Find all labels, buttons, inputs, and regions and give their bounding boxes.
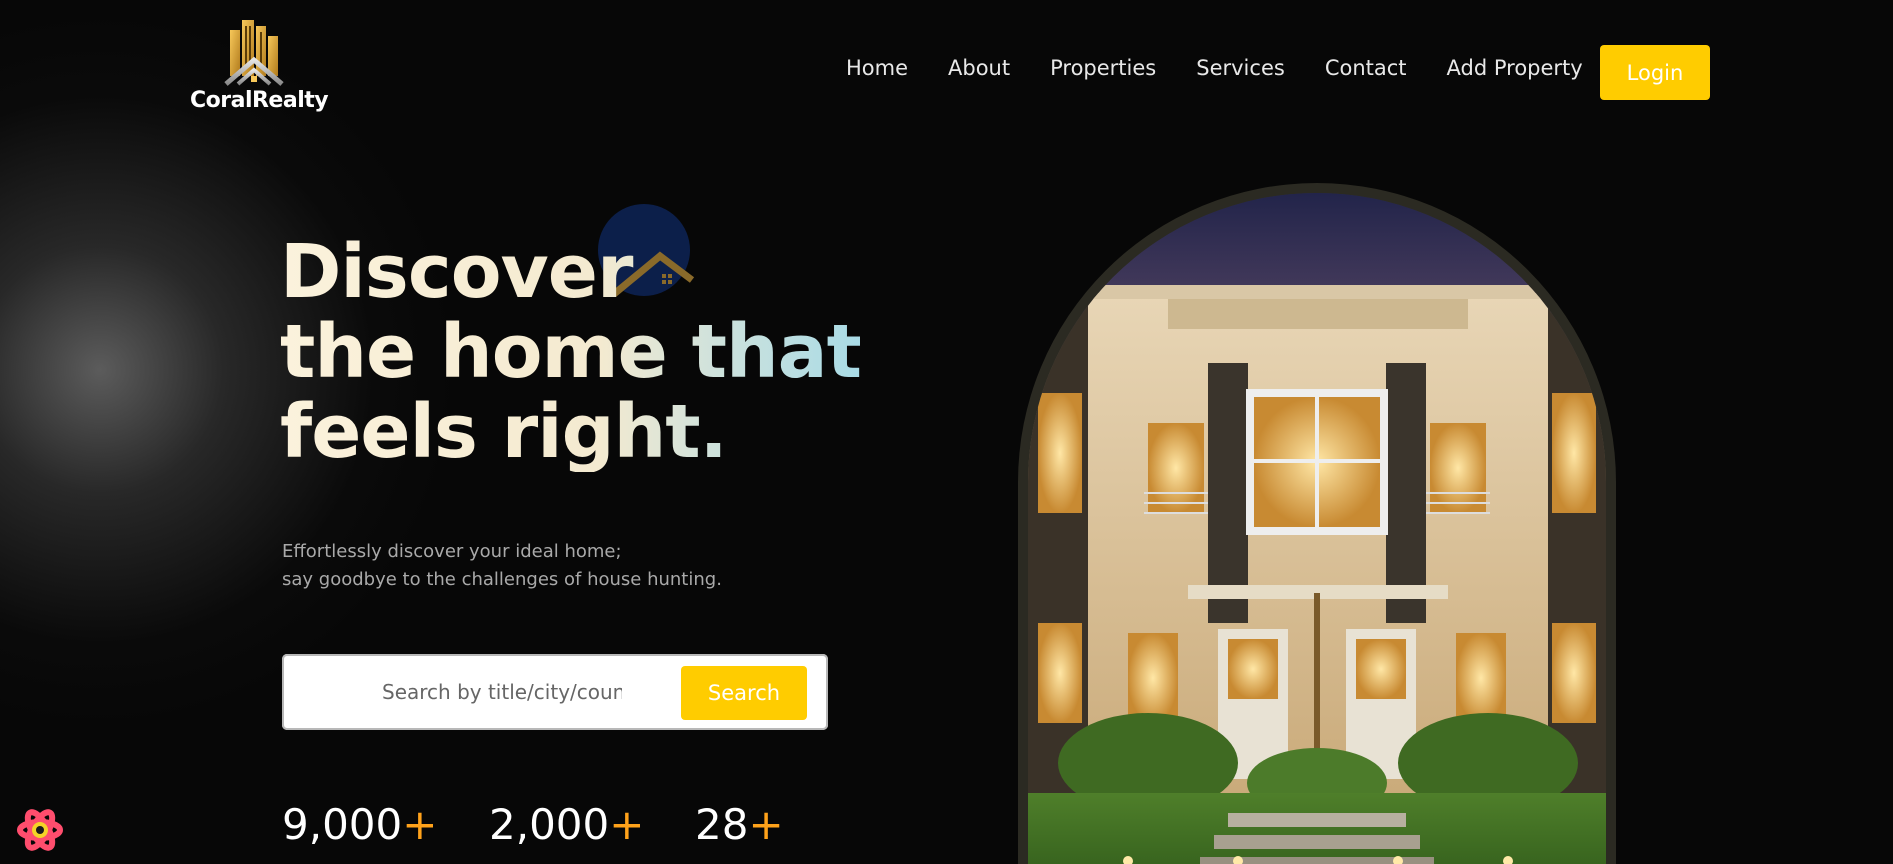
search-bar: Search <box>282 654 828 730</box>
stat-value: 9,000 <box>282 800 403 849</box>
house-illustration <box>1028 193 1606 864</box>
react-devtools-icon[interactable] <box>16 806 64 854</box>
nav-contact[interactable]: Contact <box>1325 56 1407 80</box>
stat-suffix: + <box>609 800 645 849</box>
building-logo-icon <box>224 20 284 86</box>
landing-page: CoralRealty Home About Properties Servic… <box>0 0 1893 864</box>
stat-item: 28+ <box>695 798 784 852</box>
stat-item: 2,000+ <box>489 798 644 852</box>
search-button[interactable]: Search <box>681 666 807 720</box>
search-input[interactable] <box>382 674 622 710</box>
brand-logo[interactable]: CoralRealty <box>190 18 329 116</box>
stat-value: 28 <box>695 800 749 849</box>
stat-suffix: + <box>402 800 438 849</box>
hero-headline: Discover the home that feels right. <box>280 232 860 472</box>
login-button[interactable]: Login <box>1600 45 1710 100</box>
brand-name: CoralRealty <box>190 88 329 113</box>
hero-subtext: Effortlessly discover your ideal home; s… <box>282 538 722 594</box>
stat-item: 9,000+ <box>282 798 437 852</box>
hero-house-image <box>1028 193 1606 864</box>
main-nav: Home About Properties Services Contact A… <box>846 56 1623 80</box>
nav-about[interactable]: About <box>948 56 1010 80</box>
nav-properties[interactable]: Properties <box>1050 56 1156 80</box>
headline-line-2: the home that <box>280 309 861 395</box>
headline-line-1: Discover <box>280 229 633 315</box>
stat-value: 2,000 <box>489 800 610 849</box>
subtext-line-2: say goodbye to the challenges of house h… <box>282 569 722 590</box>
nav-services[interactable]: Services <box>1196 56 1285 80</box>
subtext-line-1: Effortlessly discover your ideal home; <box>282 541 622 562</box>
stat-suffix: + <box>748 800 784 849</box>
nav-home[interactable]: Home <box>846 56 908 80</box>
nav-add-property[interactable]: Add Property <box>1447 56 1583 80</box>
headline-line-3: feels right. <box>280 389 727 475</box>
